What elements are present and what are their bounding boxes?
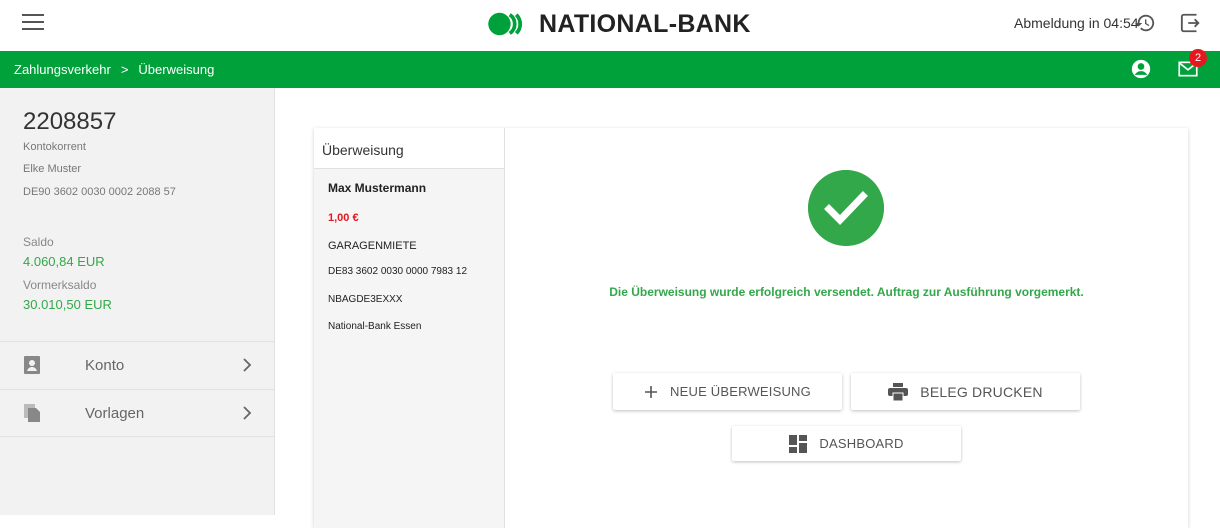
dashboard-label: DASHBOARD: [819, 436, 904, 451]
sidebar-item-vorlagen[interactable]: Vorlagen: [0, 389, 274, 437]
breadcrumb-ueberweisung: Überweisung: [138, 62, 215, 77]
transfer-result-card: Überweisung Max Mustermann 1,00 € GARAGE…: [314, 128, 1188, 528]
printer-icon: [888, 382, 909, 401]
sidebar-item-konto[interactable]: Konto: [0, 341, 274, 389]
breadcrumb-zahlungsverkehr[interactable]: Zahlungsverkehr: [14, 62, 111, 77]
saldo-value: 4.060,84 EUR: [23, 254, 105, 269]
account-sidebar: 2208857 Kontokorrent Elke Muster DE90 36…: [0, 88, 275, 515]
sidebar-item-label: Konto: [85, 357, 125, 374]
recipient-bank: National-Bank Essen: [328, 321, 422, 332]
print-receipt-button[interactable]: BELEG DRUCKEN: [851, 373, 1080, 410]
bank-logo[interactable]: NATIONAL-BANK: [487, 7, 751, 41]
transfer-reference: GARAGENMIETE: [328, 240, 417, 252]
account-number: 2208857: [23, 108, 117, 135]
top-header: NATIONAL-BANK Abmeldung in 04:54: [0, 0, 1220, 50]
transfer-amount: 1,00 €: [328, 212, 359, 224]
account-iban: DE90 3602 0030 0002 2088 57: [23, 186, 176, 198]
new-transfer-button[interactable]: NEUE ÜBERWEISUNG: [613, 373, 842, 410]
recipient-bic: NBAGDE3EXXX: [328, 294, 403, 305]
success-check-icon: [808, 170, 884, 246]
vormerksaldo-value: 30.010,50 EUR: [23, 297, 112, 312]
nav-bar: Zahlungsverkehr > Überweisung 2: [0, 49, 1220, 88]
chevron-right-icon: [243, 406, 252, 420]
transfer-summary: Überweisung Max Mustermann 1,00 € GARAGE…: [314, 128, 505, 528]
dashboard-icon: [789, 434, 808, 453]
chevron-right-icon: [243, 358, 252, 372]
account-owner: Elke Muster: [23, 163, 82, 175]
mail-count-badge: 2: [1189, 49, 1207, 67]
user-icon[interactable]: [1131, 59, 1151, 79]
success-message: Die Überweisung wurde erfolgreich versen…: [609, 285, 1084, 299]
history-icon[interactable]: [1134, 12, 1156, 34]
print-receipt-label: BELEG DRUCKEN: [920, 383, 1043, 400]
vormerksaldo-label: Vormerksaldo: [23, 278, 97, 292]
logo-mark-icon: [488, 12, 522, 36]
summary-title: Überweisung: [314, 128, 504, 169]
breadcrumb: Zahlungsverkehr > Überweisung: [14, 62, 214, 77]
account-type: Kontokorrent: [23, 141, 86, 153]
saldo-label: Saldo: [23, 235, 54, 249]
breadcrumb-separator: >: [120, 62, 129, 77]
recipient-iban: DE83 3602 0030 0000 7983 12: [328, 266, 468, 277]
sidebar-item-label: Vorlagen: [85, 405, 145, 422]
menu-icon[interactable]: [22, 14, 44, 32]
logout-timer: Abmeldung in 04:54: [1014, 15, 1139, 31]
templates-icon: [24, 404, 40, 422]
recipient-name: Max Mustermann: [328, 181, 427, 195]
brand-name: NATIONAL-BANK: [539, 9, 751, 38]
plus-icon: [645, 385, 658, 398]
dashboard-button[interactable]: DASHBOARD: [732, 426, 961, 461]
main-content: Überweisung Max Mustermann 1,00 € GARAGE…: [275, 88, 1220, 528]
logout-icon[interactable]: [1180, 12, 1202, 34]
account-icon: [24, 356, 40, 374]
new-transfer-label: NEUE ÜBERWEISUNG: [670, 384, 811, 399]
